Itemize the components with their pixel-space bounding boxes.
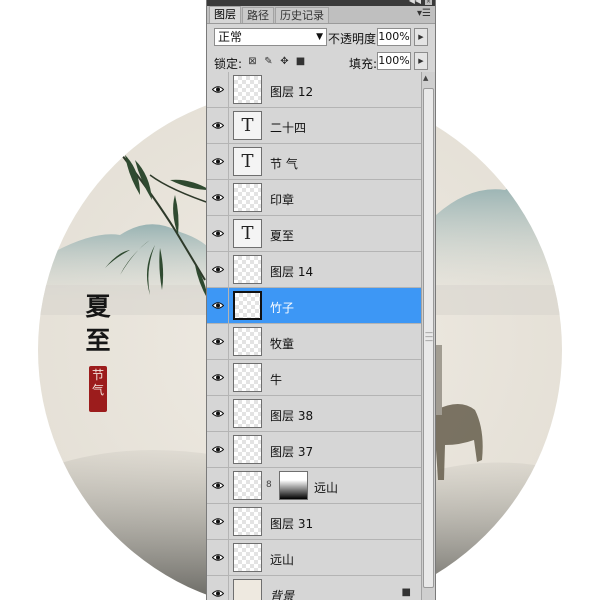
eye-icon[interactable] [207, 540, 229, 575]
text-layer-icon: T [233, 111, 262, 140]
layer-row[interactable]: 竹子 [207, 288, 421, 324]
eye-icon[interactable] [207, 180, 229, 215]
eye-icon[interactable] [207, 288, 229, 323]
layer-name: 图层 38 [270, 409, 314, 423]
eye-icon[interactable] [207, 144, 229, 179]
layer-row[interactable]: T节 气 [207, 144, 421, 180]
eye-icon[interactable] [207, 108, 229, 143]
blend-row: 正常 ▼ 不透明度: 100% ▶ [207, 24, 435, 50]
layer-scrollbar[interactable]: ▲ — — — [421, 72, 435, 600]
layer-thumbnail [233, 363, 262, 392]
lock-all-icon[interactable]: ■ [295, 56, 306, 67]
lock-label: 锁定: [214, 57, 243, 71]
layer-name: 远山 [270, 553, 295, 567]
layer-row[interactable]: 背景 ■ [207, 576, 421, 600]
layer-name: 竹子 [270, 301, 295, 315]
opacity-stepper-button[interactable]: ▶ [414, 28, 428, 46]
layer-name: 图层 37 [270, 445, 314, 459]
layer-name: 二十四 [270, 121, 307, 135]
lock-transparency-icon[interactable]: ⊠ [247, 56, 258, 67]
eye-icon[interactable] [207, 252, 229, 287]
layer-name: 夏至 [270, 229, 295, 243]
layer-row[interactable]: 图层 31 [207, 504, 421, 540]
tab-paths[interactable]: 路径 [242, 7, 274, 23]
layers-panel: ◀◀ × 图层 路径 历史记录 ▾☰ 正常 ▼ 不透明度: 100% ▶ 锁定:… [206, 0, 436, 600]
artwork-title: 夏至 [85, 292, 111, 355]
eye-icon[interactable] [207, 504, 229, 539]
text-layer-icon: T [233, 147, 262, 176]
layer-row[interactable]: 8 远山 [207, 468, 421, 504]
scroll-up-icon[interactable]: ▲ [423, 74, 428, 82]
layer-name: 牧童 [270, 337, 295, 351]
layer-name: 印章 [270, 193, 295, 207]
layer-name: 图层 31 [270, 517, 314, 531]
eye-icon[interactable] [207, 324, 229, 359]
fill-label: 填充: [349, 57, 378, 71]
layer-thumbnail [233, 75, 262, 104]
layer-thumbnail [233, 183, 262, 212]
chain-link-icon[interactable]: 8 [266, 480, 272, 490]
layer-row[interactable]: 印章 [207, 180, 421, 216]
layer-row[interactable]: 图层 37 [207, 432, 421, 468]
layer-thumbnail [233, 399, 262, 428]
chevron-down-icon: ▼ [316, 32, 323, 42]
lock-brush-icon[interactable]: ✎ [263, 56, 274, 67]
layer-thumbnail [233, 507, 262, 536]
fill-stepper-button[interactable]: ▶ [414, 52, 428, 70]
text-layer-icon: T [233, 219, 262, 248]
layer-row[interactable]: T 二十四 [207, 108, 421, 144]
panel-menu-icon[interactable]: ▾☰ [417, 8, 431, 19]
layer-row[interactable]: 牛 [207, 360, 421, 396]
eye-icon[interactable] [207, 576, 229, 600]
opacity-label: 不透明度: [328, 32, 381, 46]
scroll-thumb[interactable]: — — — [423, 88, 434, 588]
eye-icon[interactable] [207, 216, 229, 251]
layer-row[interactable]: 图层 14 [207, 252, 421, 288]
layer-name: 牛 [270, 373, 283, 387]
lock-icon: ■ [401, 587, 411, 598]
layer-row[interactable]: 远山 [207, 540, 421, 576]
eye-icon[interactable] [207, 468, 229, 503]
layer-name: 节 气 [270, 157, 298, 171]
blend-mode-select[interactable]: 正常 ▼ [214, 28, 327, 46]
layer-mask-thumbnail[interactable] [279, 471, 308, 500]
layer-thumbnail [233, 291, 262, 320]
layer-row[interactable]: 牧童 [207, 324, 421, 360]
layer-row[interactable]: 图层 12 [207, 72, 421, 108]
layer-thumbnail [233, 543, 262, 572]
eye-icon[interactable] [207, 396, 229, 431]
layer-name: 图层 12 [270, 85, 314, 99]
collapse-icon[interactable]: ◀◀ [409, 0, 421, 5]
layer-thumbnail [233, 579, 262, 600]
tab-layers[interactable]: 图层 [209, 6, 241, 23]
layer-thumbnail [233, 327, 262, 356]
layer-thumbnail [233, 435, 262, 464]
eye-icon[interactable] [207, 72, 229, 107]
layer-name: 图层 14 [270, 265, 314, 279]
layer-row[interactable]: T 夏至 [207, 216, 421, 252]
tab-history[interactable]: 历史记录 [275, 7, 329, 23]
close-icon[interactable]: × [425, 0, 432, 5]
grip-icon: — — — [425, 328, 433, 345]
artwork-seal: 节气 [89, 366, 107, 412]
fill-input[interactable]: 100% [377, 52, 411, 70]
layer-name: 背景 [270, 589, 295, 600]
blend-mode-value: 正常 [218, 30, 243, 44]
layer-thumbnail [233, 471, 262, 500]
layer-row[interactable]: 图层 38 [207, 396, 421, 432]
panel-tabs: 图层 路径 历史记录 ▾☰ [207, 6, 435, 24]
eye-icon[interactable] [207, 360, 229, 395]
eye-icon[interactable] [207, 432, 229, 467]
lock-move-icon[interactable]: ✥ [279, 56, 290, 67]
layer-list: 图层 12 T 二十四 T 节 气印章 T 夏至图层 14 竹子牧童牛图层 38 图层 37 8 远… [207, 72, 421, 600]
opacity-input[interactable]: 100% [377, 28, 411, 46]
layer-thumbnail [233, 255, 262, 284]
layer-name: 远山 [314, 481, 339, 495]
